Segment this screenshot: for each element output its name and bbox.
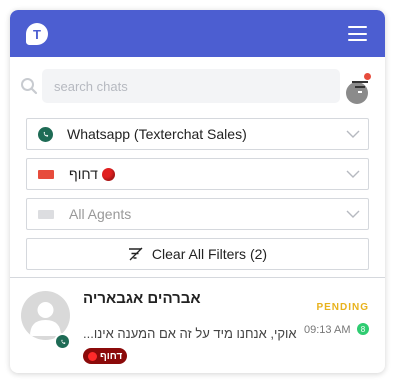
chevron-down-icon [346, 130, 360, 138]
search-input[interactable] [42, 69, 340, 103]
contact-name: אברהים אגבאריה [83, 290, 201, 307]
message-preview: אוקי, אנחנו מיד על זה אם המענה אינו... [83, 326, 297, 341]
menu-icon[interactable] [348, 26, 367, 41]
red-circle-emoji [101, 167, 115, 181]
unread-count-badge: 8 [357, 323, 369, 335]
agents-select-label: All Agents [69, 206, 132, 222]
agents-select[interactable]: All Agents [26, 198, 369, 230]
chevron-down-icon [346, 170, 360, 178]
whatsapp-icon [38, 126, 53, 142]
clear-filters-label: Clear All Filters (2) [151, 246, 268, 262]
chat-tag-label: דחוף [100, 350, 123, 362]
red-circle-emoji [88, 351, 97, 361]
message-time: 09:13 AM [304, 324, 351, 336]
chat-tag: דחוף [83, 348, 128, 364]
chevron-down-icon [346, 210, 360, 218]
panel-header: T [10, 10, 385, 57]
tag-color-swatch [38, 169, 54, 179]
agent-flag-icon [38, 209, 54, 219]
status-badge: PENDING [316, 302, 369, 313]
channel-select-label: Whatsapp (Texterchat Sales) [67, 126, 247, 142]
search-icon [21, 78, 38, 95]
chat-panel: T Whatsapp (Texterchat Sales) דחוף [10, 10, 385, 373]
active-filter-indicator [364, 73, 371, 80]
tag-select[interactable]: דחוף [26, 158, 369, 190]
tag-select-label: דחוף [69, 166, 98, 182]
whatsapp-icon [54, 333, 71, 350]
clear-filters-button[interactable]: Clear All Filters (2) [26, 238, 369, 270]
clear-filter-icon [128, 247, 143, 261]
texterchat-logo[interactable]: T [26, 23, 48, 45]
search-row [10, 69, 385, 103]
channel-select[interactable]: Whatsapp (Texterchat Sales) [26, 118, 369, 150]
filter-icon [352, 81, 368, 93]
chat-list-item[interactable]: אברהים אגבאריה PENDING אוקי, אנחנו מיד ע… [10, 278, 385, 373]
